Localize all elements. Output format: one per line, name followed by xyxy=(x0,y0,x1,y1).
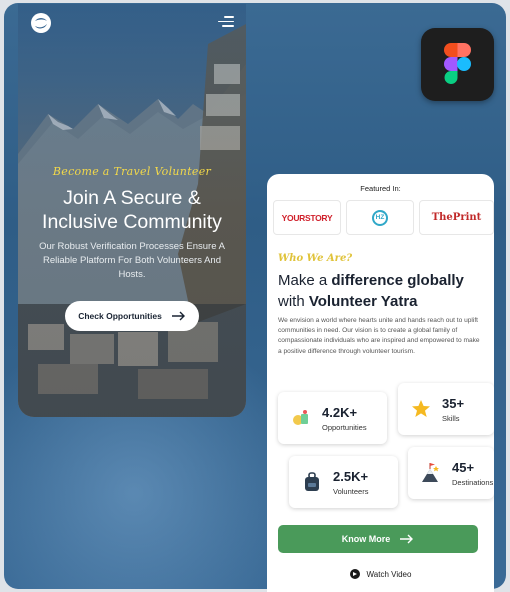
star-icon xyxy=(410,398,432,420)
stat-value: 45+ xyxy=(452,459,475,475)
stat-card-volunteers: 2.5K+ Volunteers xyxy=(289,456,398,508)
yourstory-logo[interactable]: YOURSTORY xyxy=(273,200,341,235)
backpack-icon xyxy=(301,471,323,493)
stat-card-skills: 35+ Skills xyxy=(398,383,494,435)
watch-video-label: Watch Video xyxy=(366,569,412,579)
about-heading: Make a difference globally with Voluntee… xyxy=(278,272,464,310)
opportunities-icon xyxy=(290,407,312,429)
who-we-are-heading: Who We Are? xyxy=(278,253,353,264)
theprint-logo[interactable]: ThePrint xyxy=(419,200,494,235)
hz-logo[interactable]: HZ xyxy=(346,200,414,235)
know-more-button[interactable]: Know More xyxy=(278,525,478,553)
stat-value: 35+ xyxy=(442,395,465,411)
arrow-right-icon xyxy=(171,311,185,321)
stat-card-opportunities: 4.2K+ Opportunities xyxy=(278,392,387,444)
mountain-flag-icon xyxy=(420,462,442,484)
stat-value: 4.2K+ xyxy=(322,404,358,420)
mobile-about-screen: Featured In: YOURSTORY HZ ThePrint Who W… xyxy=(267,174,494,592)
play-icon xyxy=(349,569,360,579)
stat-label: Skills xyxy=(442,413,460,423)
watch-video-link[interactable]: Watch Video xyxy=(267,569,494,579)
stat-card-destinations: 45+ Destinations xyxy=(408,447,494,499)
mobile-hero-screen: Become a Travel Volunteer Join A Secure … xyxy=(18,4,246,417)
about-paragraph: We envision a world where hearts unite a… xyxy=(278,317,480,355)
check-opportunities-button[interactable]: Check Opportunities xyxy=(65,301,199,331)
hero-subtitle: Our Robust Verification Processes Ensure… xyxy=(39,241,225,280)
hero-script-heading: Become a Travel Volunteer xyxy=(52,165,212,178)
hero-title: Join A Secure & Inclusive Community xyxy=(18,186,246,234)
volunteer-yatra-logo[interactable] xyxy=(30,12,52,34)
figma-icon xyxy=(421,28,494,101)
press-logos-row: YOURSTORY HZ ThePrint xyxy=(267,200,494,236)
hero-title-line2: Inclusive Community xyxy=(42,211,222,233)
stat-label: Destinations xyxy=(452,477,494,487)
featured-in-label: Featured In: xyxy=(360,184,401,193)
know-more-label: Know More xyxy=(341,534,391,544)
check-opportunities-label: Check Opportunities xyxy=(78,311,162,321)
arrow-right-icon xyxy=(400,534,414,544)
showcase-canvas: Become a Travel Volunteer Join A Secure … xyxy=(0,0,510,592)
hamburger-menu-icon[interactable] xyxy=(218,16,234,27)
stat-label: Opportunities xyxy=(322,422,367,432)
hero-title-line1: Join A Secure & xyxy=(63,187,201,209)
stat-label: Volunteers xyxy=(333,486,369,496)
stat-value: 2.5K+ xyxy=(333,468,369,484)
